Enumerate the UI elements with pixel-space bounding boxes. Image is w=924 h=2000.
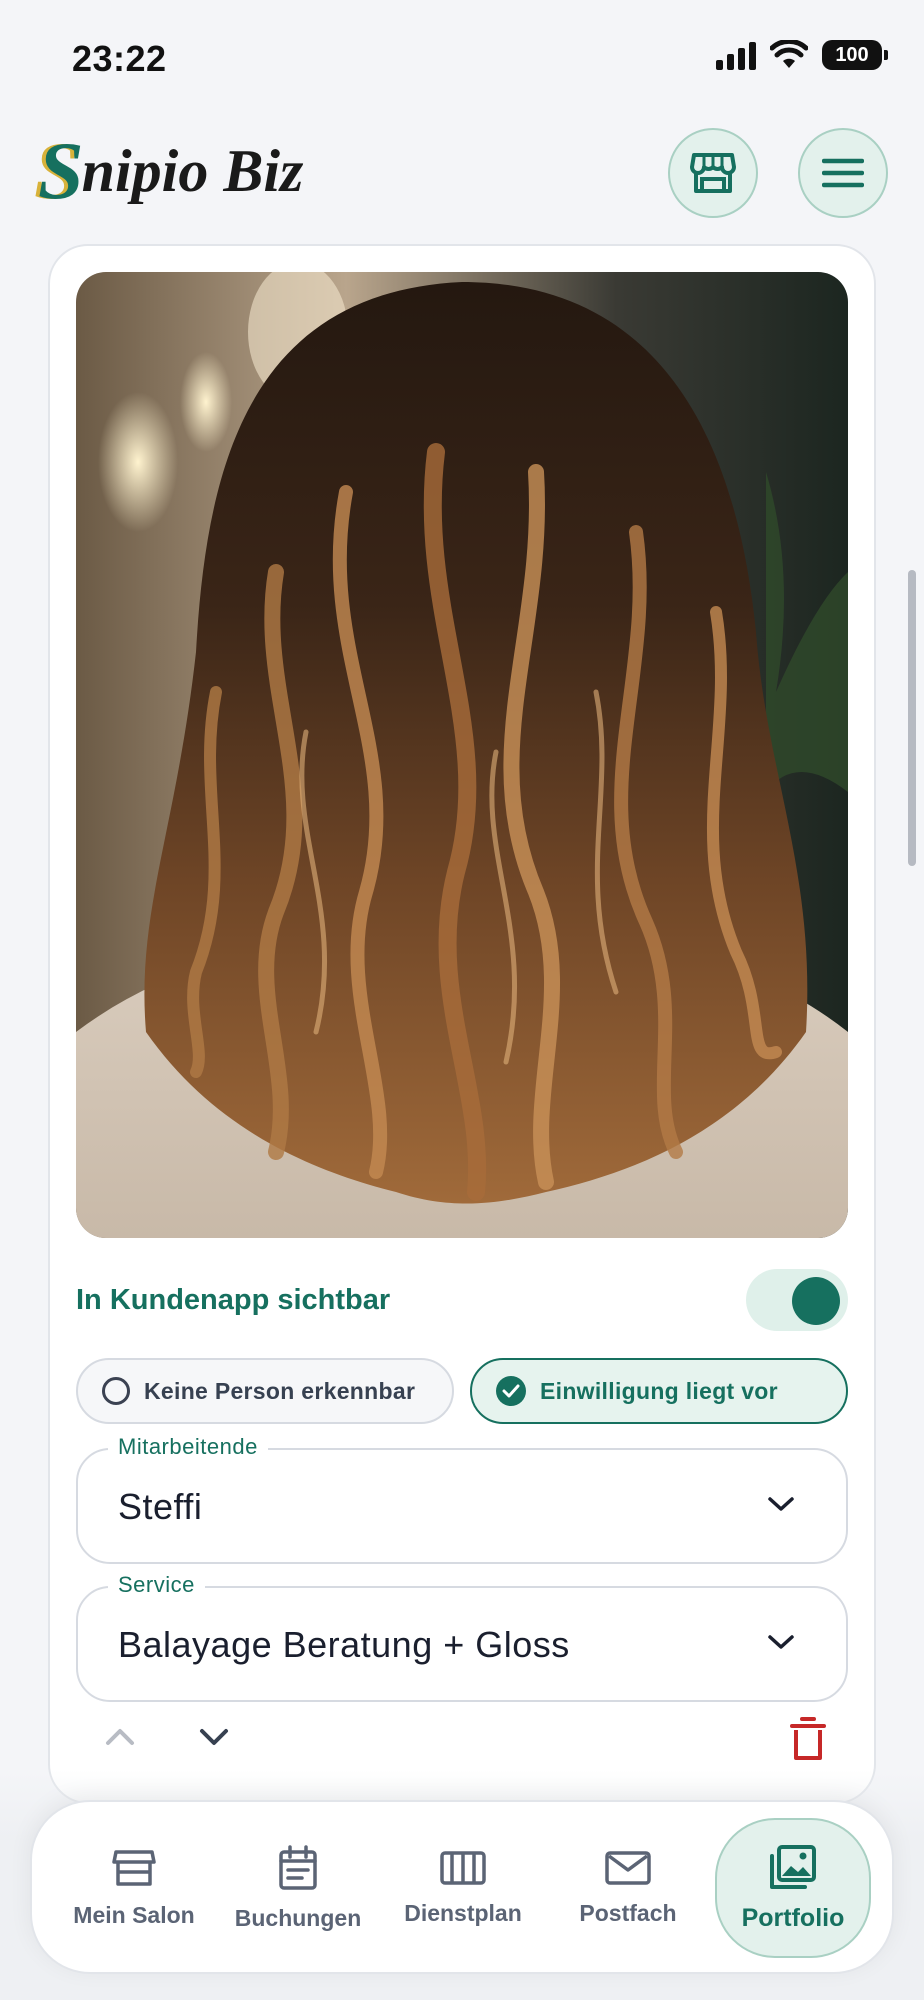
nav-label: Buchungen bbox=[234, 1904, 362, 1931]
nav-item-postfach[interactable]: Postfach bbox=[548, 1818, 708, 1958]
employee-select[interactable]: Mitarbeitende Steffi bbox=[76, 1434, 848, 1564]
cellular-signal-icon bbox=[716, 40, 756, 70]
check-circle-icon bbox=[496, 1376, 526, 1406]
visibility-label: In Kundenapp sichtbar bbox=[76, 1283, 391, 1316]
app-header: S nipio Biz bbox=[0, 118, 924, 228]
no-person-chip-label: Keine Person erkennbar bbox=[144, 1377, 416, 1404]
nav-label: Postfach bbox=[579, 1899, 677, 1926]
scrollbar[interactable] bbox=[908, 570, 916, 866]
radio-empty-icon bbox=[102, 1377, 130, 1405]
bottom-navigation: Mein Salon Buchungen Dienstplan Postfach… bbox=[30, 1800, 894, 1974]
portfolio-photo[interactable] bbox=[76, 272, 848, 1238]
nav-label: Portfolio bbox=[741, 1903, 845, 1932]
hamburger-menu-icon bbox=[822, 158, 864, 188]
move-up-icon[interactable] bbox=[104, 1726, 136, 1748]
schedule-columns-icon bbox=[440, 1850, 486, 1885]
logo-initial: S bbox=[38, 125, 84, 216]
chevron-down-icon bbox=[768, 1497, 794, 1511]
employee-label: Mitarbeitende bbox=[108, 1434, 268, 1460]
mail-icon bbox=[605, 1850, 651, 1885]
store-icon bbox=[112, 1849, 156, 1886]
calendar-icon bbox=[279, 1844, 317, 1890]
status-icons: 100 bbox=[716, 40, 888, 70]
consent-chip[interactable]: Einwilligung liegt vor bbox=[470, 1358, 848, 1424]
nav-label: Mein Salon bbox=[73, 1901, 195, 1928]
service-label: Service bbox=[108, 1572, 205, 1598]
portfolio-card: In Kundenapp sichtbar Keine Person erken… bbox=[48, 244, 876, 1804]
nav-item-dienstplan[interactable]: Dienstplan bbox=[383, 1818, 543, 1958]
nav-item-portfolio[interactable]: Portfolio bbox=[715, 1818, 871, 1958]
battery-icon: 100 bbox=[822, 40, 888, 70]
move-down-icon[interactable] bbox=[198, 1726, 230, 1748]
service-value: Balayage Beratung + Gloss bbox=[118, 1624, 570, 1665]
hair-photo bbox=[76, 272, 848, 1238]
shop-button[interactable] bbox=[668, 128, 758, 218]
app-logo[interactable]: S nipio Biz bbox=[38, 130, 303, 212]
service-select[interactable]: Service Balayage Beratung + Gloss bbox=[76, 1572, 848, 1702]
wifi-icon bbox=[770, 40, 808, 68]
nav-label: Dienstplan bbox=[404, 1899, 522, 1926]
status-bar: 23:22 100 bbox=[0, 0, 924, 118]
consent-chip-label: Einwilligung liegt vor bbox=[540, 1377, 778, 1404]
status-time: 23:22 bbox=[72, 38, 167, 79]
menu-button[interactable] bbox=[798, 128, 888, 218]
trash-icon[interactable] bbox=[790, 1716, 826, 1762]
toggle-knob bbox=[792, 1277, 840, 1325]
nav-item-mein-salon[interactable]: Mein Salon bbox=[54, 1818, 214, 1958]
visibility-row: In Kundenapp sichtbar bbox=[76, 1268, 848, 1332]
logo-text: nipio Biz bbox=[81, 137, 304, 204]
gallery-icon bbox=[770, 1844, 816, 1889]
visibility-toggle[interactable] bbox=[746, 1269, 848, 1331]
storefront-icon bbox=[690, 153, 736, 193]
card-actions bbox=[76, 1716, 848, 1776]
employee-value: Steffi bbox=[118, 1486, 203, 1527]
chevron-down-icon bbox=[768, 1635, 794, 1649]
no-person-chip[interactable]: Keine Person erkennbar bbox=[76, 1358, 454, 1424]
nav-item-buchungen[interactable]: Buchungen bbox=[218, 1818, 378, 1958]
